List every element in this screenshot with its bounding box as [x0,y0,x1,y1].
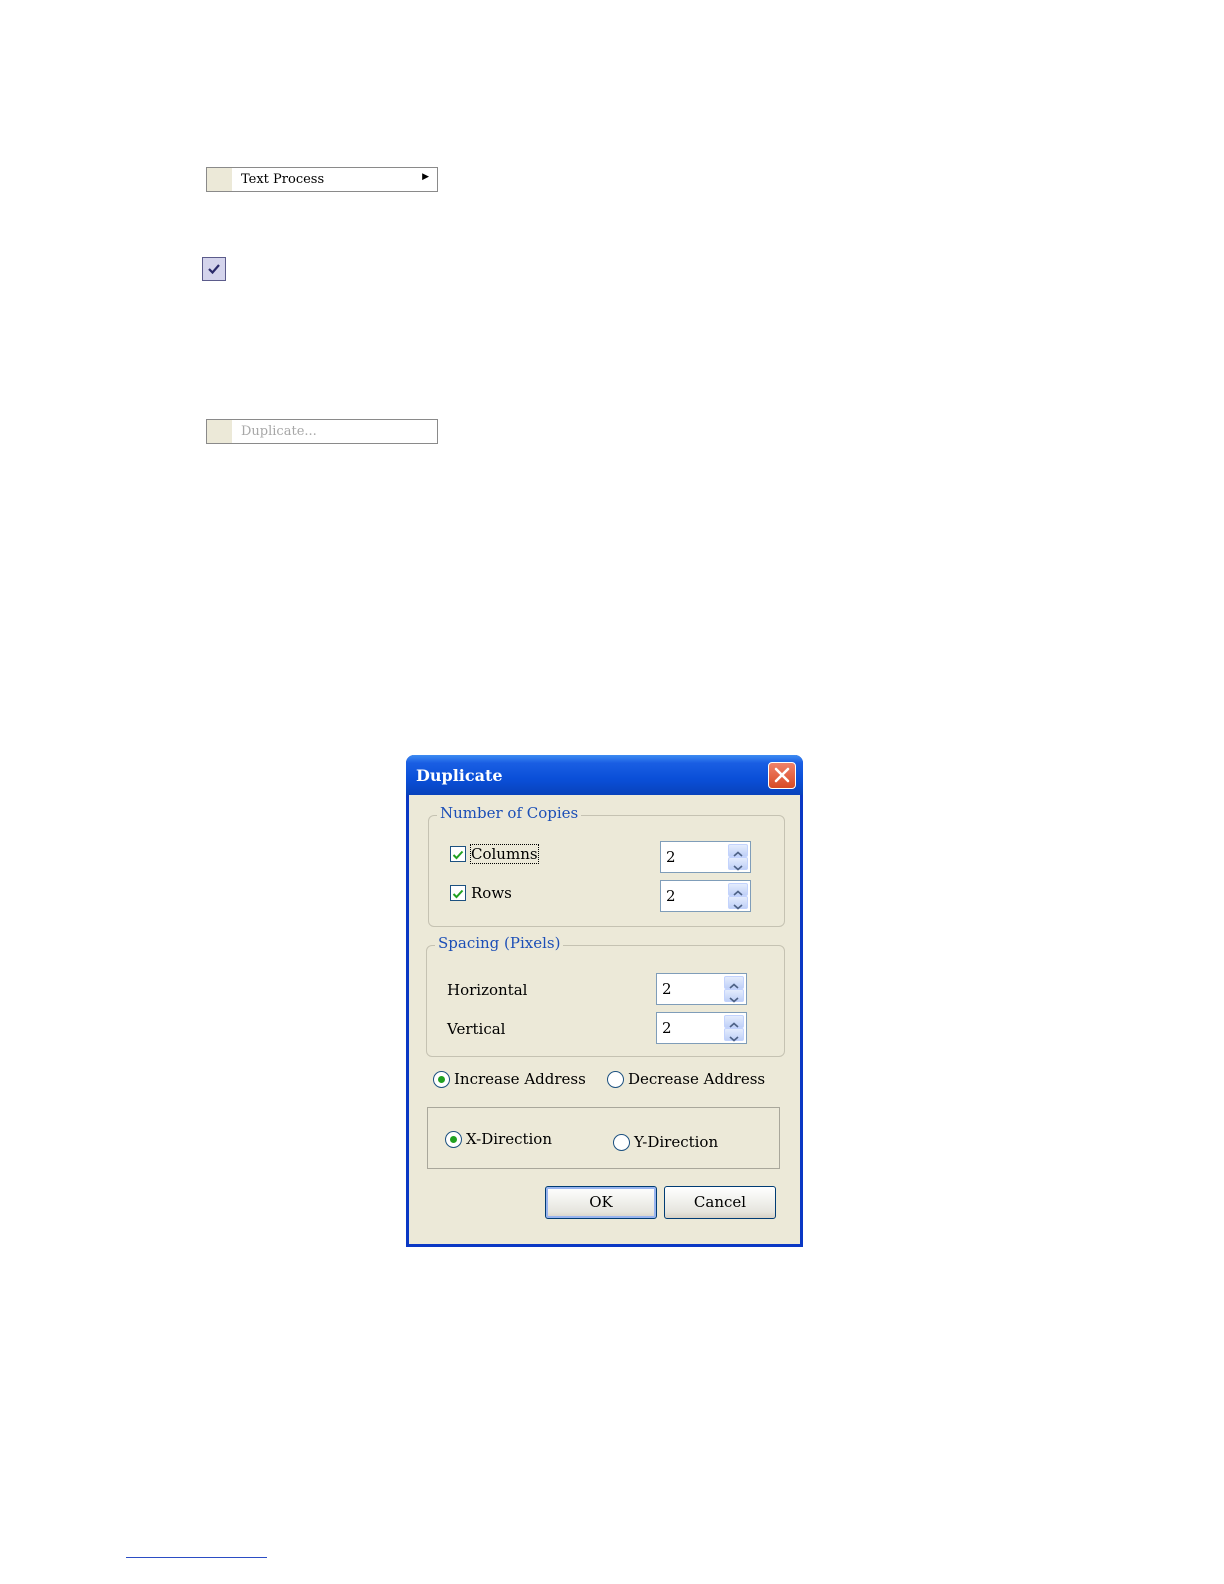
radio-selected-dot [450,1136,457,1143]
vertical-label: Vertical [447,1020,506,1038]
increase-address-label[interactable]: Increase Address [454,1070,586,1088]
rows-value[interactable]: 2 [666,887,676,905]
decrease-address-radio[interactable] [607,1071,624,1088]
spacing-legend: Spacing (Pixels) [435,934,564,952]
radio-selected-dot [438,1076,445,1083]
menu-gutter [207,420,232,443]
columns-spin-up-button[interactable] [728,844,748,857]
horizontal-label: Horizontal [447,981,528,999]
duplicate-menu-item[interactable]: Duplicate... [206,419,438,444]
horizontal-spinner[interactable]: 2 [656,973,747,1005]
horizontal-value[interactable]: 2 [662,980,672,998]
ok-button[interactable]: OK [545,1186,657,1219]
close-icon [774,767,790,783]
chevron-down-icon [733,865,743,871]
footnote-rule [126,1557,267,1558]
chevron-down-icon [729,997,739,1003]
horizontal-spin-down-button[interactable] [724,989,744,1003]
rows-spin-up-button[interactable] [728,883,748,896]
chevron-down-icon [729,1036,739,1042]
number-of-copies-group: Number of Copies Columns 2 Rows 2 [428,804,785,927]
y-direction-label[interactable]: Y-Direction [634,1133,718,1151]
menu-gutter [207,168,232,191]
cancel-button[interactable]: Cancel [664,1186,776,1219]
y-direction-radio[interactable] [613,1134,630,1151]
text-process-label: Text Process [241,172,325,187]
increase-address-radio[interactable] [433,1071,450,1088]
dialog-titlebar[interactable]: Duplicate [406,755,803,795]
columns-spinner[interactable]: 2 [660,841,751,873]
checkmark-icon [202,257,226,281]
dialog-title: Duplicate [416,766,503,785]
x-direction-radio[interactable] [445,1131,462,1148]
direction-group: X-Direction Y-Direction [427,1107,780,1169]
submenu-arrow-icon: ▶ [422,172,429,182]
decrease-address-label[interactable]: Decrease Address [628,1070,765,1088]
close-button[interactable] [768,762,796,789]
columns-label[interactable]: Columns [470,844,539,864]
duplicate-menu-label: Duplicate... [241,424,317,439]
vertical-spin-up-button[interactable] [724,1015,744,1028]
spacing-group: Spacing (Pixels) Horizontal 2 Vertical 2 [426,934,785,1057]
rows-spin-down-button[interactable] [728,896,748,910]
columns-checkbox[interactable] [450,846,466,862]
vertical-spinner[interactable]: 2 [656,1012,747,1044]
x-direction-label[interactable]: X-Direction [466,1130,552,1148]
columns-value[interactable]: 2 [666,848,676,866]
chevron-down-icon [733,904,743,910]
text-process-menu-item[interactable]: Text Process ▶ [206,167,438,192]
number-of-copies-legend: Number of Copies [437,804,582,822]
vertical-value[interactable]: 2 [662,1019,672,1037]
vertical-spin-down-button[interactable] [724,1028,744,1042]
duplicate-dialog: Duplicate Number of Copies Columns 2 Row… [406,755,803,1247]
rows-spinner[interactable]: 2 [660,880,751,912]
rows-checkbox[interactable] [450,885,466,901]
rows-label[interactable]: Rows [471,884,512,902]
columns-spin-down-button[interactable] [728,857,748,871]
horizontal-spin-up-button[interactable] [724,976,744,989]
